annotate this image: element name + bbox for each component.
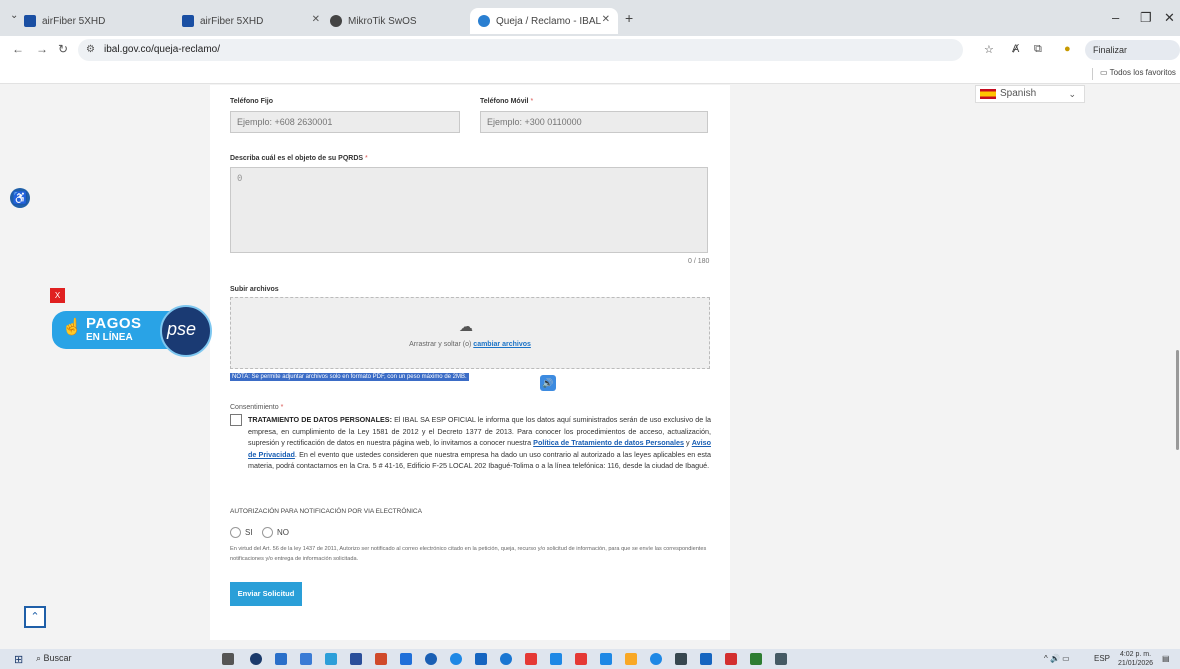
radio-si-label: SI bbox=[245, 528, 253, 537]
app-icon[interactable] bbox=[725, 653, 737, 665]
consentimiento-label: Consentimiento * bbox=[230, 404, 284, 411]
speaker-icon[interactable]: 🔊 bbox=[540, 375, 556, 391]
tab-close-icon[interactable]: ✕ bbox=[312, 14, 320, 25]
politica-datos-link[interactable]: Política de Tratamiento de datos Persona… bbox=[533, 438, 684, 447]
bookmark-star-icon[interactable]: ☆ bbox=[984, 43, 994, 56]
radio-si[interactable] bbox=[230, 527, 241, 538]
airfiber-favicon-icon bbox=[182, 15, 194, 27]
close-pagos-button[interactable]: X bbox=[50, 288, 65, 303]
app-icon[interactable] bbox=[525, 653, 537, 665]
chrome-icon[interactable] bbox=[375, 653, 387, 665]
excel-icon[interactable] bbox=[750, 653, 762, 665]
app-icon[interactable] bbox=[450, 653, 462, 665]
vscode-icon[interactable] bbox=[400, 653, 412, 665]
tab-airfiber-2[interactable]: airFiber 5XHD ✕ bbox=[182, 8, 320, 34]
app-icon[interactable] bbox=[500, 653, 512, 665]
minimize-icon[interactable]: – bbox=[1112, 10, 1119, 25]
autorizacion-text: En virtud del Art. 56 de la ley 1437 de … bbox=[230, 546, 707, 562]
file-note: NOTA: Se permite adjuntar archivos solo … bbox=[230, 373, 469, 381]
input-language[interactable]: ESP bbox=[1094, 654, 1110, 663]
forward-icon[interactable]: → bbox=[36, 42, 48, 56]
restore-icon[interactable]: ❐ bbox=[1140, 10, 1152, 26]
notification-icon[interactable]: ▤ bbox=[1162, 654, 1170, 663]
close-window-icon[interactable]: ✕ bbox=[1164, 10, 1175, 26]
app-icon[interactable] bbox=[625, 653, 637, 665]
tab-mikrotik[interactable]: MikroTik SwOS ✕ bbox=[330, 8, 478, 34]
browser-toolbar: ← → ↻ ⚙ ibal.gov.co/queja-reclamo/ ☆ Ⱥ ⧉… bbox=[0, 36, 1180, 75]
mikrotik-favicon-icon bbox=[330, 15, 342, 27]
tab-search-chevron-icon[interactable]: ⌄ bbox=[10, 10, 18, 21]
web-page: Teléfono Fijo Teléfono Móvil * Describa … bbox=[0, 85, 1180, 640]
app-icon[interactable] bbox=[650, 653, 662, 665]
app-icon[interactable] bbox=[775, 653, 787, 665]
browser-tab-strip: ⌄ airFiber 5XHD ✕ airFiber 5XHD ✕ MikroT… bbox=[0, 0, 1180, 36]
bookmarks-separator bbox=[1092, 68, 1093, 80]
tray-icons[interactable]: ^ 🔊 ▭ bbox=[1044, 654, 1070, 663]
bookmarks-bar: ▭ Todos los favoritos bbox=[0, 64, 1180, 84]
objeto-label: Describa cuál es el objeto de su PQRDS * bbox=[230, 155, 368, 162]
tab-airfiber-1[interactable]: airFiber 5XHD ✕ bbox=[24, 8, 199, 34]
language-selector[interactable]: Spanish ⌄ bbox=[975, 85, 1085, 103]
subir-archivos-label: Subir archivos bbox=[230, 286, 279, 293]
autorizacion-title: AUTORIZACIÓN PARA NOTIFICACIÓN POR VIA E… bbox=[230, 508, 422, 515]
taskbar-search[interactable]: ⌕ Buscar bbox=[36, 653, 72, 664]
ibal-favicon-icon bbox=[478, 15, 490, 27]
telefono-fijo-label: Teléfono Fijo bbox=[230, 98, 274, 105]
telefono-movil-input[interactable] bbox=[480, 111, 708, 133]
back-icon[interactable]: ← bbox=[12, 42, 24, 56]
app-icon[interactable] bbox=[275, 653, 287, 665]
app-icon[interactable] bbox=[250, 653, 262, 665]
page-scrollbar[interactable] bbox=[1176, 350, 1179, 450]
all-bookmarks-button[interactable]: ▭ Todos los favoritos bbox=[1100, 68, 1176, 77]
scroll-top-button[interactable]: ⌃ bbox=[24, 606, 46, 628]
file-dropzone[interactable]: ☁ Arrastrar y soltar (o) cambiar archivo… bbox=[230, 297, 710, 369]
windows-taskbar: ⊞ ⌕ Buscar ^ 🔊 ▭ ESP 4:02 p. m. 21/01/20… bbox=[0, 649, 1180, 669]
consent-checkbox[interactable] bbox=[230, 414, 242, 426]
windows-start-icon[interactable]: ⊞ bbox=[14, 653, 23, 666]
change-files-link[interactable]: cambiar archivos bbox=[473, 341, 531, 348]
app-icon[interactable] bbox=[300, 653, 312, 665]
telefono-fijo-input[interactable] bbox=[230, 111, 460, 133]
app-icon[interactable] bbox=[350, 653, 362, 665]
pagos-en-linea-banner[interactable]: ☝ PAGOS EN LÍNEA pse bbox=[50, 305, 212, 357]
extensions-icon[interactable]: ⧉ bbox=[1034, 43, 1042, 56]
submit-button[interactable]: Enviar Solicitud bbox=[230, 582, 302, 606]
char-counter: 0 / 180 bbox=[688, 258, 710, 265]
accessibility-icon[interactable]: ♿ bbox=[10, 188, 30, 208]
address-bar[interactable]: ⚙ ibal.gov.co/queja-reclamo/ bbox=[78, 39, 963, 61]
radio-no[interactable] bbox=[262, 527, 273, 538]
translate-icon[interactable]: Ⱥ bbox=[1012, 43, 1019, 55]
profile-icon[interactable]: ● bbox=[1064, 43, 1071, 55]
telefono-movil-label: Teléfono Móvil * bbox=[480, 98, 534, 105]
app-icon[interactable] bbox=[600, 653, 612, 665]
consent-text: TRATAMIENTO DE DATOS PERSONALES: El IBAL… bbox=[248, 415, 711, 471]
pqrds-form: Teléfono Fijo Teléfono Móvil * Describa … bbox=[210, 85, 730, 640]
app-icon[interactable] bbox=[575, 653, 587, 665]
tab-queja-reclamo[interactable]: Queja / Reclamo - IBAL SA ESP ✕ bbox=[470, 8, 618, 34]
objeto-textarea[interactable]: 0 bbox=[230, 167, 708, 253]
radio-no-label: NO bbox=[277, 528, 289, 537]
cloud-upload-icon: ☁ bbox=[459, 318, 473, 334]
new-tab-icon[interactable]: + bbox=[625, 10, 633, 26]
airfiber-favicon-icon bbox=[24, 15, 36, 27]
site-settings-icon[interactable]: ⚙ bbox=[86, 39, 95, 61]
app-icon[interactable] bbox=[700, 653, 712, 665]
app-icon[interactable] bbox=[425, 653, 437, 665]
task-view-icon[interactable] bbox=[222, 653, 234, 665]
spain-flag-icon bbox=[980, 89, 996, 99]
app-icon[interactable] bbox=[675, 653, 687, 665]
tab-close-icon[interactable]: ✕ bbox=[602, 14, 610, 25]
reload-icon[interactable]: ↻ bbox=[58, 42, 68, 56]
app-icon[interactable] bbox=[475, 653, 487, 665]
system-clock[interactable]: 4:02 p. m. 21/01/2026 bbox=[1118, 650, 1153, 668]
tap-hand-icon: ☝ bbox=[62, 319, 82, 336]
update-button[interactable]: Finalizar actualización ⋮ bbox=[1085, 40, 1180, 75]
chevron-down-icon: ⌄ bbox=[1068, 89, 1076, 99]
app-icon[interactable] bbox=[325, 653, 337, 665]
app-icon[interactable] bbox=[550, 653, 562, 665]
